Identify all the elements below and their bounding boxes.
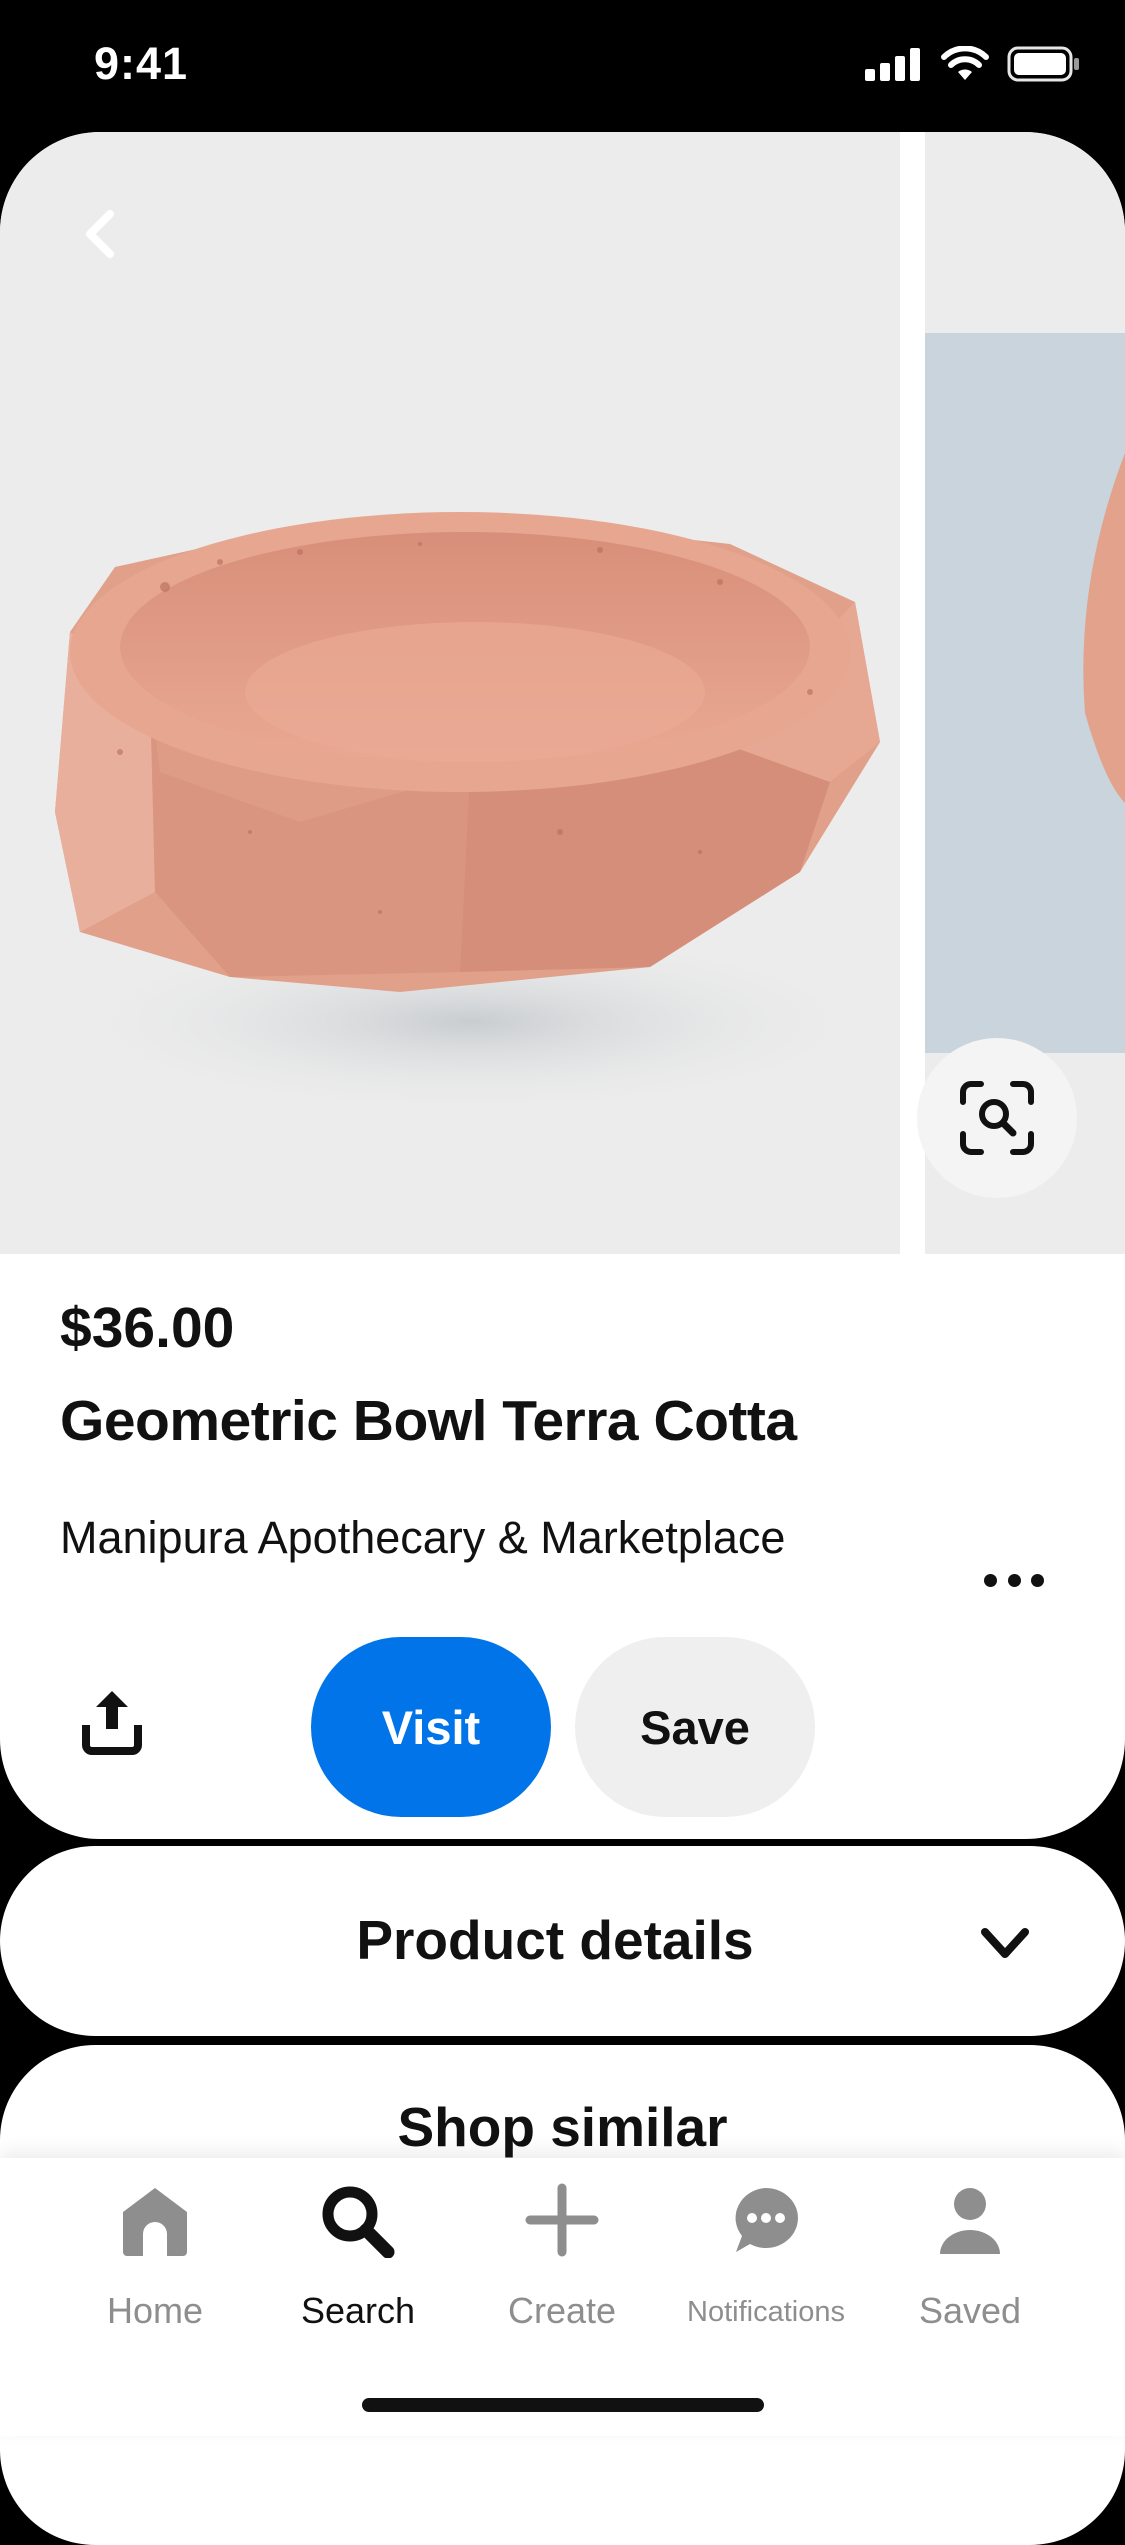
more-dot-icon — [1031, 1573, 1044, 1587]
more-dot-icon — [984, 1573, 997, 1587]
signal-icon — [865, 48, 920, 81]
home-indicator — [362, 2398, 764, 2412]
shop-similar-label: Shop similar — [397, 2096, 728, 2158]
share-button[interactable] — [76, 1685, 148, 1757]
merchant-name[interactable]: Manipura Apothecary & Marketplace — [60, 1512, 785, 1564]
home-icon — [123, 2188, 187, 2256]
pin-card: $36.00 Geometric Bowl Terra Cotta Manipu… — [0, 132, 1125, 1839]
tab-saved[interactable]: Saved — [875, 2182, 1065, 2332]
chevron-down-icon — [981, 1928, 1029, 1958]
tab-bar: Home Search Create Notifications Saved — [0, 2158, 1125, 2436]
status-time: 9:41 — [94, 38, 189, 89]
tab-notifications[interactable]: Notifications — [671, 2182, 861, 2332]
tab-label: Saved — [918, 2290, 1022, 2331]
battery-icon — [1007, 46, 1079, 82]
tab-search[interactable]: Search — [263, 2182, 453, 2332]
tab-create[interactable]: Create — [467, 2182, 657, 2332]
product-image[interactable] — [0, 132, 900, 1254]
tab-label: Home — [106, 2290, 204, 2331]
next-product-photo — [925, 333, 1125, 1053]
share-icon — [82, 1691, 142, 1755]
status-bar: 9:41 — [0, 0, 1125, 132]
product-details-label: Product details — [356, 1909, 754, 1971]
visit-button[interactable]: Visit — [311, 1637, 551, 1817]
plus-icon — [525, 2183, 599, 2257]
status-icons — [865, 46, 1081, 82]
search-icon — [322, 2186, 395, 2258]
wifi-icon — [941, 46, 989, 80]
tab-home[interactable]: Home — [60, 2182, 250, 2332]
person-icon — [940, 2188, 1000, 2254]
more-options-button[interactable] — [984, 1570, 1044, 1590]
tab-label: Create — [507, 2290, 617, 2331]
product-details-section[interactable]: Product details — [0, 1846, 1125, 2036]
product-price: $36.00 — [60, 1296, 235, 1360]
chevron-left-icon — [86, 210, 114, 258]
chat-bubble-icon — [735, 2188, 798, 2252]
visual-search-button[interactable] — [917, 1038, 1077, 1198]
tab-label: Search — [300, 2290, 416, 2331]
more-dot-icon — [1007, 1573, 1021, 1587]
tab-label: Notifications — [687, 2296, 845, 2328]
product-title: Geometric Bowl Terra Cotta — [60, 1389, 797, 1453]
lens-search-icon — [960, 1081, 1034, 1155]
back-button[interactable] — [70, 202, 134, 266]
save-button[interactable]: Save — [575, 1637, 815, 1817]
product-photo — [50, 512, 890, 1117]
